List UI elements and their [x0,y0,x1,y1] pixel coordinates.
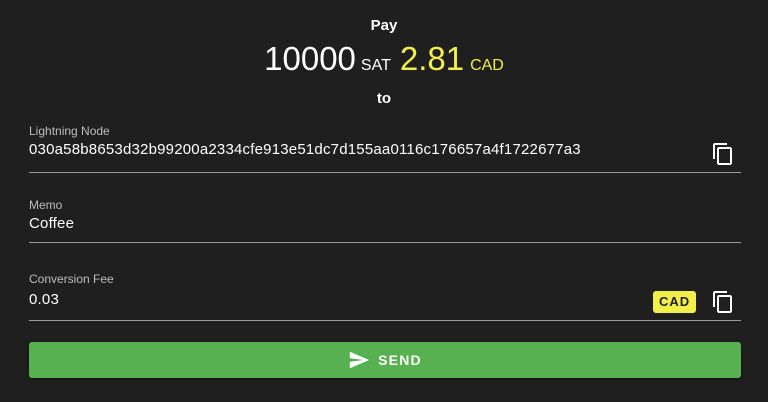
lightning-node-value[interactable]: 030a58b8653d32b99200a2334cfe913e51dc7d15… [29,141,581,158]
fiat-amount: 2.81 [399,40,465,77]
send-button[interactable]: SEND [29,342,741,378]
to-label: to [376,90,392,107]
send-label: SEND [378,352,422,368]
conversion-fee-field[interactable]: Conversion Fee 0.03 CAD [29,270,741,321]
copy-icon[interactable] [711,142,735,166]
sat-amount: 10000 [264,40,356,77]
conversion-fee-value[interactable]: 0.03 [29,291,59,308]
copy-icon-svg [713,291,732,313]
fiat-unit: CAD [470,57,504,74]
lightning-node-field[interactable]: Lightning Node 030a58b8653d32b99200a2334… [29,122,741,173]
memo-field[interactable]: Memo Coffee [29,196,741,243]
copy-icon-svg [713,143,732,165]
memo-label: Memo [29,198,63,212]
amount-row: 10000 SAT 2.81 CAD [0,40,768,80]
conversion-fee-label: Conversion Fee [29,272,114,286]
sat-unit: SAT [360,57,391,74]
pay-title: Pay [370,17,398,34]
currency-toggle-badge[interactable]: CAD [653,291,697,313]
lightning-node-label: Lightning Node [29,124,110,138]
send-icon [348,349,370,371]
memo-value[interactable]: Coffee [29,215,74,232]
copy-icon[interactable] [711,290,735,314]
